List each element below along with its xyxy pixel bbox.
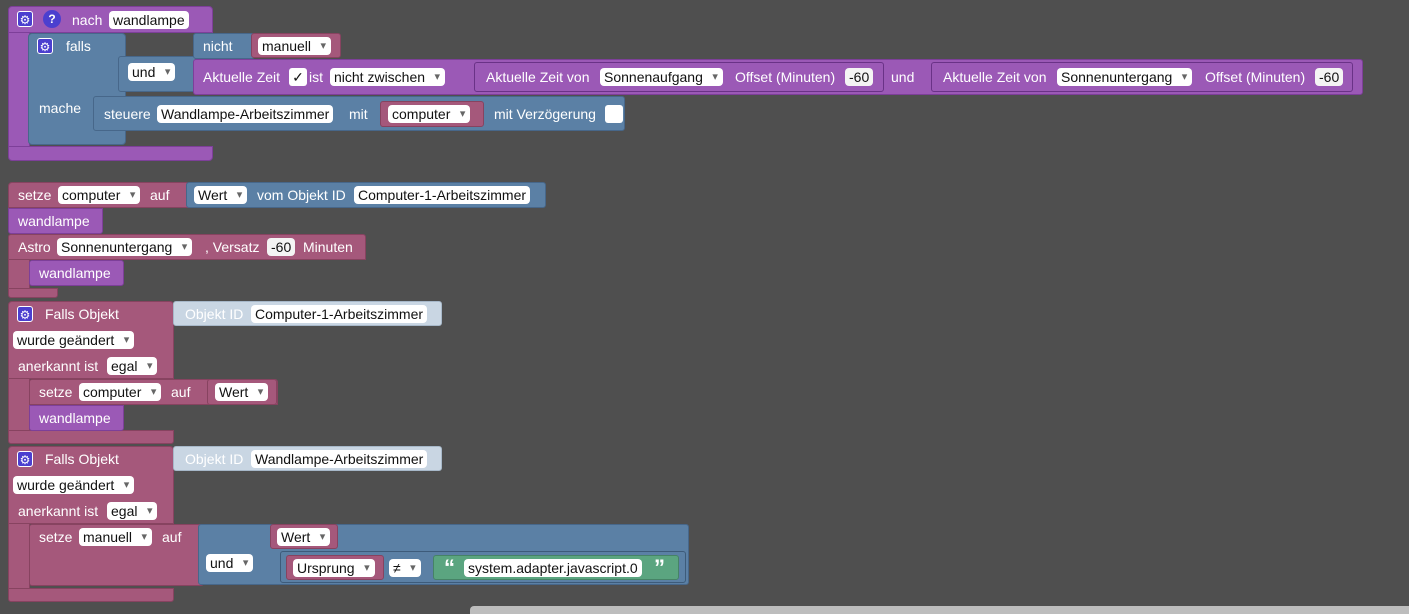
not-label: nicht	[203, 38, 233, 54]
settings-gear-icon[interactable]: ⚙	[17, 11, 33, 27]
astro-block-foot	[8, 288, 58, 298]
computer-var-dropdown[interactable]: computer	[388, 105, 471, 123]
trigger2-gear-icon[interactable]: ⚙	[17, 451, 33, 467]
astro-offset-field[interactable]: -60	[267, 238, 296, 256]
trigger1-label: Falls Objekt	[45, 306, 119, 322]
sunset-dropdown[interactable]: Sonnenuntergang	[1057, 68, 1193, 86]
trigger2-set-label: setze	[39, 529, 73, 545]
time-of-label-2: Aktuelle Zeit von	[943, 69, 1047, 85]
value-dropdown[interactable]: Wert	[194, 186, 248, 204]
time-checkbox[interactable]: ✓	[289, 68, 307, 86]
time-of-label: Aktuelle Zeit von	[486, 69, 590, 85]
trigger1-ack-label: anerkannt ist	[18, 358, 99, 374]
trigger2-changed-dropdown[interactable]: wurde geändert	[13, 476, 135, 494]
trigger2-set-var-dropdown[interactable]: manuell	[79, 528, 153, 546]
call-wandlampe-label: wandlampe	[18, 213, 90, 229]
trigger1-ack-dropdown[interactable]: egal	[107, 357, 158, 375]
trigger2-value-dropdown[interactable]: Wert	[277, 528, 331, 546]
comparison-dropdown[interactable]: nicht zwischen	[330, 68, 446, 86]
trigger1-set-label: setze	[39, 384, 73, 400]
offset-label-2: Offset (Minuten)	[1205, 69, 1306, 85]
is-label: ist	[309, 69, 323, 85]
trigger1-object-label: Objekt ID	[185, 306, 244, 322]
function-label: nach	[72, 12, 103, 28]
astro-label: Astro	[18, 239, 51, 255]
help-icon[interactable]: ?	[43, 10, 61, 28]
astro-unit-label: Minuten	[303, 239, 353, 255]
manuell-var-dropdown[interactable]: manuell	[258, 37, 332, 55]
device-field[interactable]: Wandlampe-Arbeitszimmer	[157, 105, 334, 123]
trigger1-changed-dropdown[interactable]: wurde geändert	[13, 331, 135, 349]
horizontal-scrollbar[interactable]	[470, 606, 1409, 614]
astro-block-spine	[8, 259, 30, 289]
set-label: setze	[18, 187, 52, 203]
astro-offset-label: , Versatz	[205, 239, 260, 255]
astro-event-dropdown[interactable]: Sonnenuntergang	[57, 238, 193, 256]
if-label: falls	[66, 38, 91, 54]
neq-operator-dropdown[interactable]: ≠	[389, 559, 421, 577]
set-var-dropdown[interactable]: computer	[58, 186, 141, 204]
offset-label: Offset (Minuten)	[735, 69, 836, 85]
trigger2-to-label: auf	[162, 529, 182, 545]
to-label: auf	[150, 187, 170, 203]
trigger2-ack-dropdown[interactable]: egal	[107, 502, 158, 520]
trigger2-object-id-field[interactable]: Wandlampe-Arbeitszimmer	[251, 450, 428, 468]
function-block-spine	[8, 32, 30, 150]
string-field[interactable]: system.adapter.javascript.0	[464, 559, 642, 577]
delay-label: mit Verzögerung	[494, 106, 596, 122]
trigger2-object-label: Objekt ID	[185, 451, 244, 467]
trigger2-ack-label: anerkannt ist	[18, 503, 99, 519]
trigger1-spine	[8, 378, 30, 434]
do-label: mache	[39, 100, 82, 116]
quote-open-icon: “	[444, 555, 455, 580]
trigger1-gear-icon[interactable]: ⚙	[17, 306, 33, 322]
origin-dropdown[interactable]: Ursprung	[293, 559, 375, 577]
trigger1-object-id-field[interactable]: Computer-1-Arbeitszimmer	[251, 305, 428, 323]
delay-checkbox[interactable]	[605, 105, 623, 123]
current-time-label: Aktuelle Zeit	[203, 69, 281, 85]
astro-call-label: wandlampe	[39, 265, 111, 281]
trigger2-label: Falls Objekt	[45, 451, 119, 467]
and-operator-dropdown[interactable]: und	[128, 63, 176, 81]
offset-field-1[interactable]: -60	[845, 68, 874, 86]
trigger1-set-var-dropdown[interactable]: computer	[79, 383, 162, 401]
from-object-label: vom Objekt ID	[257, 187, 346, 203]
if-gear-icon[interactable]: ⚙	[37, 38, 53, 54]
offset-field-2[interactable]: -60	[1315, 68, 1344, 86]
and-label: und	[891, 69, 915, 85]
trigger1-call-label: wandlampe	[39, 410, 111, 426]
function-name-field[interactable]: wandlampe	[109, 11, 189, 29]
trigger2-foot	[8, 588, 174, 602]
function-block-foot	[8, 146, 213, 161]
quote-close-icon: ”	[654, 555, 665, 580]
trigger1-foot	[8, 430, 174, 444]
trigger2-and-dropdown[interactable]: und	[206, 554, 254, 572]
trigger1-value-dropdown[interactable]: Wert	[215, 383, 269, 401]
trigger1-to-label: auf	[171, 384, 191, 400]
control-label: steuere	[104, 106, 151, 122]
trigger2-spine	[8, 523, 30, 591]
sunrise-dropdown[interactable]: Sonnenaufgang	[600, 68, 723, 86]
object-id-field[interactable]: Computer-1-Arbeitszimmer	[354, 186, 531, 204]
with-label: mit	[349, 106, 368, 122]
